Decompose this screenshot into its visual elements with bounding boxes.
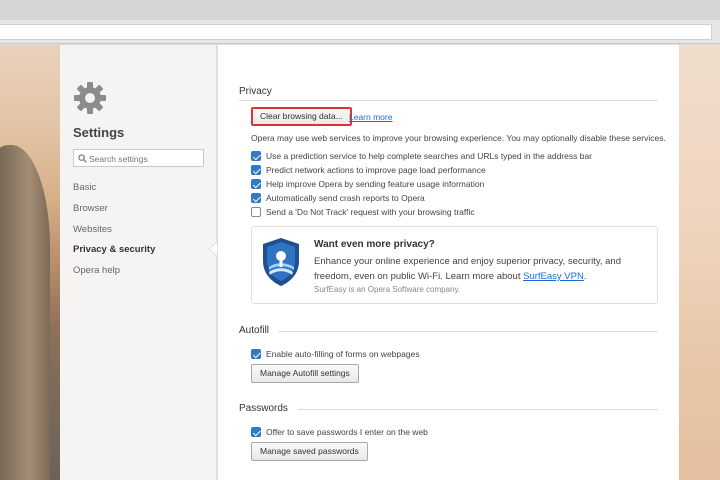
settings-content: Privacy Clear browsing data... Learn mor…	[218, 45, 679, 480]
promo-text: Enhance your online experience and enjoy…	[314, 254, 634, 284]
sidebar-item-privacy-security[interactable]: Privacy & security	[73, 244, 155, 255]
checkbox[interactable]	[251, 151, 261, 161]
crash-reports-option[interactable]: Automatically send crash reports to Oper…	[251, 192, 425, 204]
option-label: Send a 'Do Not Track' request with your …	[266, 207, 475, 217]
wallpaper-rock	[0, 145, 50, 480]
option-label: Enable auto-filling of forms on webpages	[266, 349, 420, 359]
surfeasy-vpn-link[interactable]: SurfEasy VPN	[523, 271, 584, 282]
active-item-caret-icon	[209, 242, 217, 256]
checkbox[interactable]	[251, 193, 261, 203]
feature-usage-option[interactable]: Help improve Opera by sending feature us…	[251, 178, 484, 190]
promo-title: Want even more privacy?	[314, 239, 435, 250]
search-icon	[78, 154, 87, 163]
option-label: Use a prediction service to help complet…	[266, 151, 593, 161]
search-settings-box[interactable]	[73, 149, 204, 167]
do-not-track-option[interactable]: Send a 'Do Not Track' request with your …	[251, 206, 475, 218]
sidebar-item-browser[interactable]: Browser	[73, 203, 108, 214]
privacy-description: Opera may use web services to improve yo…	[251, 133, 666, 143]
checkbox[interactable]	[251, 179, 261, 189]
sidebar-item-websites[interactable]: Websites	[73, 224, 112, 235]
checkbox[interactable]	[251, 349, 261, 359]
autofill-divider	[278, 331, 658, 332]
checkbox[interactable]	[251, 207, 261, 217]
vpn-promo-card: Want even more privacy? Enhance your onl…	[251, 226, 658, 304]
browser-address-bar	[0, 20, 720, 44]
browser-tab-strip	[0, 0, 720, 20]
autofill-forms-option[interactable]: Enable auto-filling of forms on webpages	[251, 348, 420, 360]
checkbox[interactable]	[251, 427, 261, 437]
search-settings-input[interactable]	[89, 152, 201, 165]
gear-icon	[74, 82, 106, 114]
predict-network-option[interactable]: Predict network actions to improve page …	[251, 164, 486, 176]
privacy-divider	[239, 100, 658, 101]
promo-text-end: .	[583, 271, 587, 282]
vpn-shield-icon	[263, 238, 299, 286]
privacy-section-title: Privacy	[239, 86, 272, 97]
clear-browsing-data-button[interactable]: Clear browsing data...	[251, 107, 352, 126]
prediction-service-option[interactable]: Use a prediction service to help complet…	[251, 150, 592, 162]
option-label: Predict network actions to improve page …	[266, 165, 486, 175]
option-label: Offer to save passwords I enter on the w…	[266, 427, 428, 437]
manage-autofill-button[interactable]: Manage Autofill settings	[251, 364, 359, 383]
sidebar-item-basic[interactable]: Basic	[73, 182, 96, 193]
settings-title: Settings	[73, 125, 125, 140]
passwords-section-title: Passwords	[239, 403, 288, 414]
wallpaper-left	[0, 45, 60, 480]
option-label: Help improve Opera by sending feature us…	[266, 179, 485, 189]
offer-save-passwords-option[interactable]: Offer to save passwords I enter on the w…	[251, 426, 428, 438]
autofill-section-title: Autofill	[239, 325, 270, 336]
address-input[interactable]	[0, 24, 712, 40]
promo-note: SurfEasy is an Opera Software company.	[314, 285, 461, 294]
learn-more-link[interactable]: Learn more	[349, 112, 392, 122]
manage-saved-passwords-button[interactable]: Manage saved passwords	[251, 442, 368, 461]
option-label: Automatically send crash reports to Oper…	[266, 193, 425, 203]
wallpaper-right	[679, 45, 720, 480]
settings-sidebar: Settings Basic Browser Websites Privacy …	[60, 45, 217, 480]
sidebar-item-opera-help[interactable]: Opera help	[73, 265, 120, 276]
passwords-divider	[298, 409, 658, 410]
checkbox[interactable]	[251, 165, 261, 175]
